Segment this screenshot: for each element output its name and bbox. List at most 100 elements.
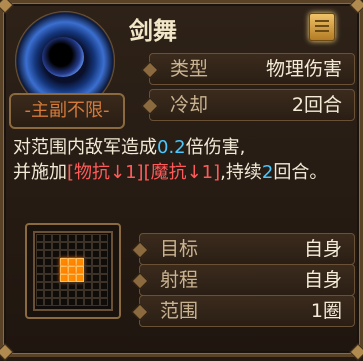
grid-cell <box>84 250 92 258</box>
grid-cell <box>44 266 52 274</box>
range-row: 射程 自身 <box>139 264 355 296</box>
grid-cell <box>76 290 84 298</box>
grid-cell <box>84 274 92 282</box>
grid-cell <box>84 242 92 250</box>
grid-cell <box>100 234 108 242</box>
grid-cell <box>100 290 108 298</box>
stat-row-type: 类型 物理伤害 <box>149 53 355 85</box>
grid-cell <box>60 290 68 298</box>
grid-cell <box>92 258 100 266</box>
grid-cell <box>44 250 52 258</box>
grid-cell <box>92 266 100 274</box>
corner-ornament <box>349 343 363 361</box>
skill-name: 剑舞 <box>129 17 177 45</box>
grid-cell <box>68 282 76 290</box>
range-value: 自身 <box>303 269 342 291</box>
stat-value: 2回合 <box>291 94 342 116</box>
grid-cell <box>52 290 60 298</box>
grid-cell <box>76 250 84 258</box>
vortex-core <box>42 37 84 77</box>
skill-panel: -主副不限- 剑舞 类型 物理伤害 冷却 2回合 对范围内敌军造成0.2倍伤害,… <box>0 0 363 361</box>
grid-cell <box>36 298 44 306</box>
grid-cell <box>52 258 60 266</box>
corner-ornament <box>349 0 363 14</box>
grid-cell <box>76 242 84 250</box>
grid-cell <box>68 258 76 266</box>
stat-label: 类型 <box>170 58 209 80</box>
area-value: 1圈 <box>310 300 342 322</box>
grid-cell <box>60 274 68 282</box>
grid-cell <box>92 274 100 282</box>
grid-cell <box>44 274 52 282</box>
grid-cell <box>68 266 76 274</box>
grid-cell <box>52 242 60 250</box>
grid-cell <box>36 250 44 258</box>
grid-cell <box>36 266 44 274</box>
grid-cell <box>100 250 108 258</box>
grid-cell <box>92 242 100 250</box>
area-label: 范围 <box>160 300 199 322</box>
grid-cell <box>36 234 44 242</box>
grid-cell <box>44 234 52 242</box>
grid-cell <box>76 234 84 242</box>
grid-cell <box>100 242 108 250</box>
grid-cell <box>92 250 100 258</box>
grid-cell <box>84 258 92 266</box>
grid-cell <box>68 234 76 242</box>
grid-cell <box>60 282 68 290</box>
grid-cell <box>84 298 92 306</box>
grid-cell <box>100 298 108 306</box>
desc-text: 对范围内敌军造成 <box>13 137 157 158</box>
grid-cell <box>36 282 44 290</box>
area-row: 范围 1圈 <box>139 295 355 327</box>
damage-multiplier: 0.2 <box>157 137 186 158</box>
grid-cell <box>68 298 76 306</box>
grid-cell <box>84 282 92 290</box>
grid-cell <box>52 282 60 290</box>
grid-cell <box>100 266 108 274</box>
grid-cell <box>76 266 84 274</box>
grid-cell <box>52 274 60 282</box>
grid-cell <box>44 242 52 250</box>
corner-ornament <box>0 343 14 361</box>
restriction-tag: -主副不限- <box>9 93 125 129</box>
grid-cell <box>76 258 84 266</box>
stat-value: 物理伤害 <box>265 58 342 80</box>
grid-cell <box>92 298 100 306</box>
grid-cell <box>36 258 44 266</box>
duration-value: 2 <box>261 162 274 183</box>
target-label: 目标 <box>160 238 199 260</box>
grid-cell <box>84 290 92 298</box>
grid-cell <box>100 274 108 282</box>
debuff-text: [物抗↓1][魔抗↓1] <box>67 162 221 183</box>
grid-cell <box>36 290 44 298</box>
grid-cell <box>68 250 76 258</box>
grid-cell <box>76 274 84 282</box>
grid-cell <box>60 250 68 258</box>
skill-description: 对范围内敌军造成0.2倍伤害, 并施加[物抗↓1][魔抗↓1],持续2回合。 <box>13 135 355 185</box>
grid-cell <box>68 274 76 282</box>
grid-cell <box>100 282 108 290</box>
grid-cell <box>44 290 52 298</box>
grid-cell <box>92 290 100 298</box>
grid-cell <box>36 274 44 282</box>
target-value: 自身 <box>303 238 342 260</box>
grid-cell <box>92 282 100 290</box>
desc-text: 回合。 <box>273 162 328 183</box>
grid-cell <box>76 282 84 290</box>
grid-cell <box>60 234 68 242</box>
grid-cell <box>44 298 52 306</box>
range-label: 射程 <box>160 269 199 291</box>
scroll-book-icon[interactable] <box>309 13 335 41</box>
grid-cell <box>52 266 60 274</box>
area-grid <box>33 231 113 311</box>
grid-cell <box>68 290 76 298</box>
stat-label: 冷却 <box>170 94 209 116</box>
grid-cell <box>60 298 68 306</box>
desc-text: ,持续 <box>220 162 262 183</box>
desc-text: 倍伤害, <box>185 137 246 158</box>
grid-cell <box>84 266 92 274</box>
grid-cell <box>76 298 84 306</box>
grid-cell <box>52 234 60 242</box>
grid-cell <box>60 242 68 250</box>
